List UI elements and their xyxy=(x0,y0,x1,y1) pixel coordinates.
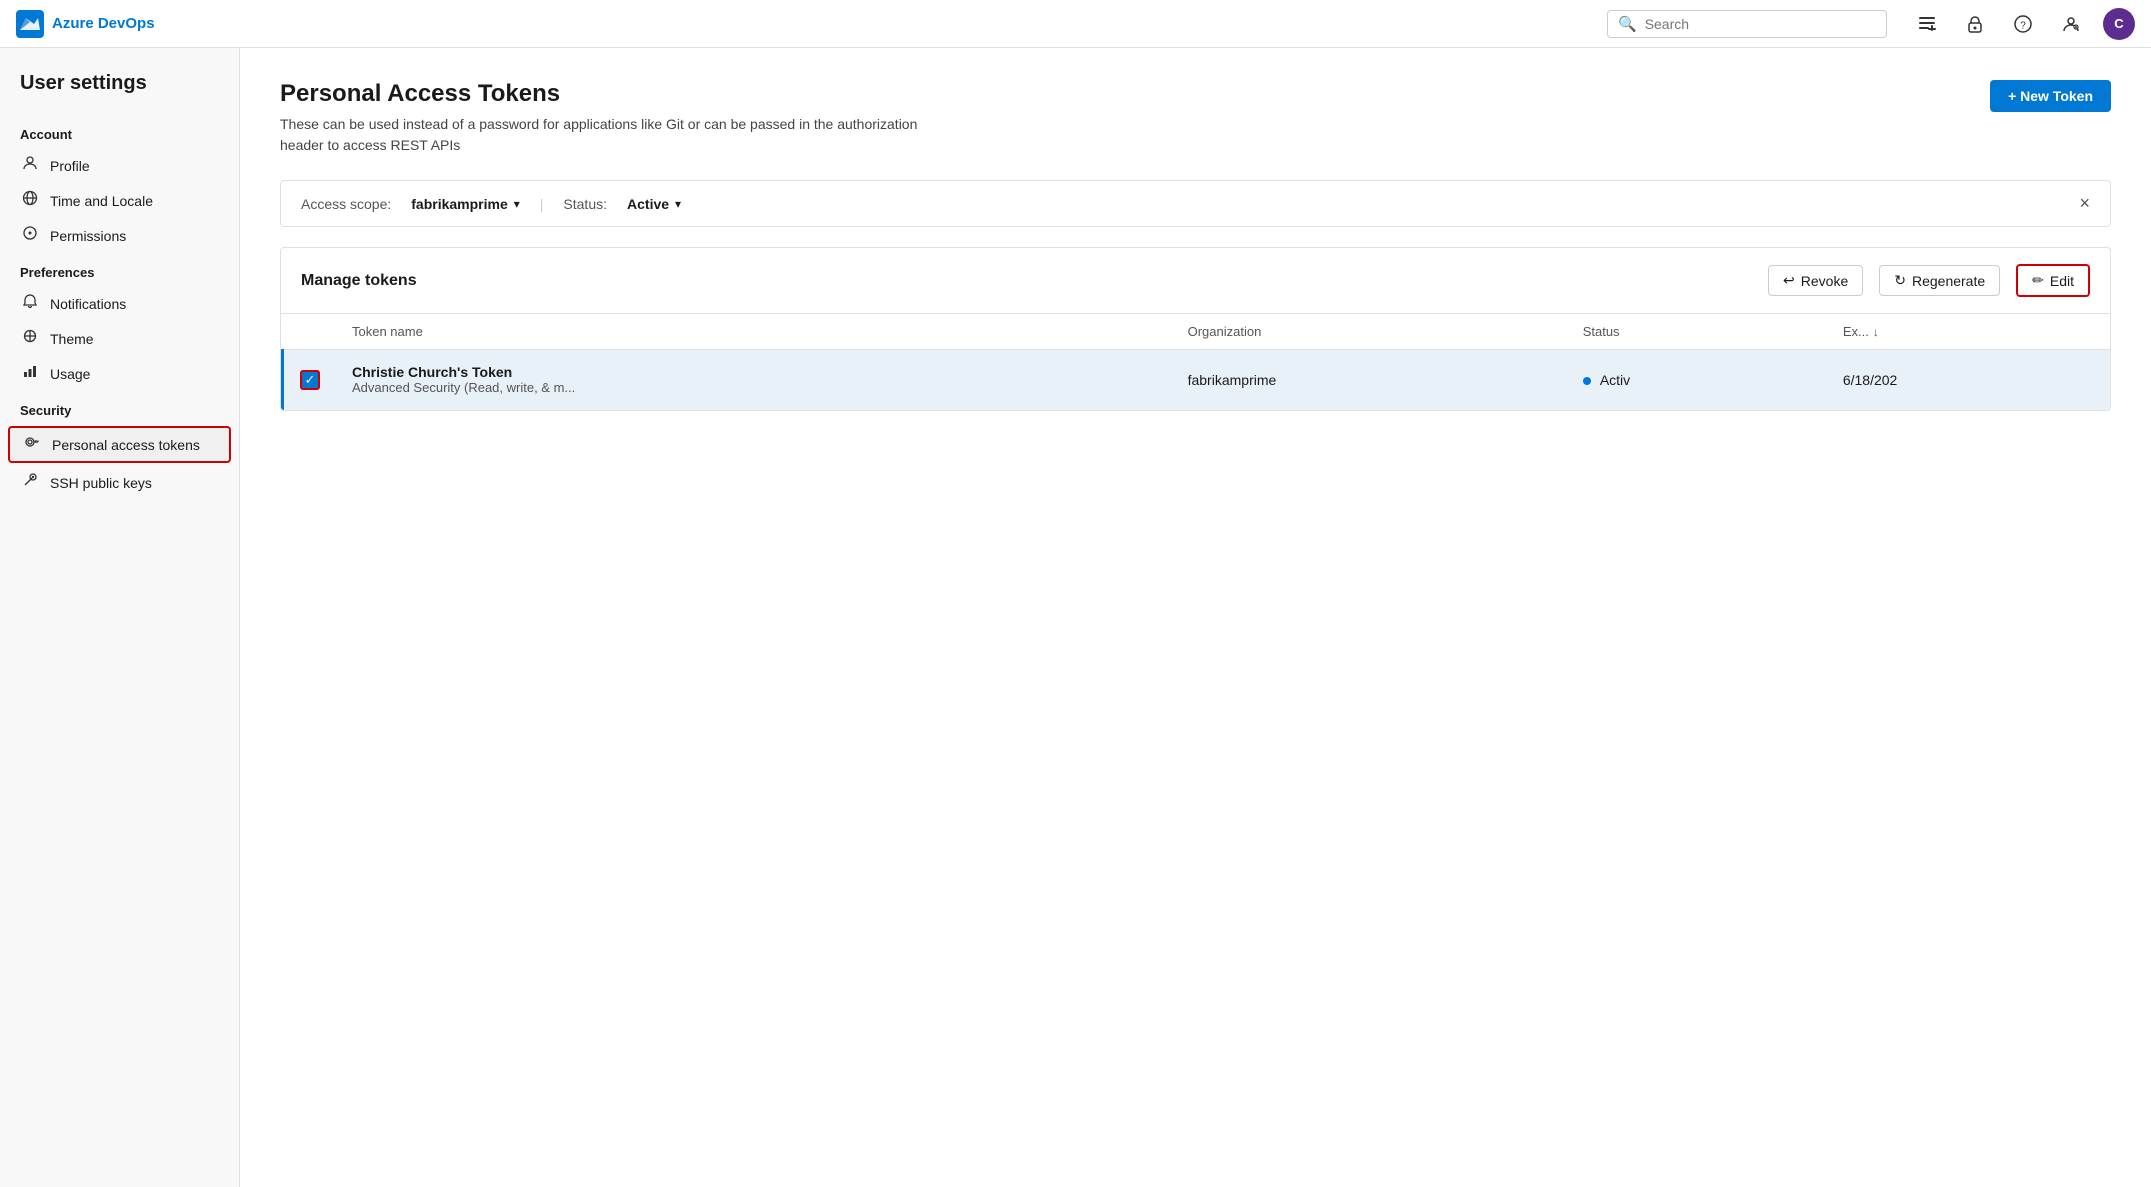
token-org-cell: fabrikamprime xyxy=(1172,350,1567,410)
lock-icon[interactable] xyxy=(1959,8,1991,40)
sidebar-item-usage[interactable]: Usage xyxy=(0,356,239,391)
status-chevron-icon: ▾ xyxy=(675,197,681,211)
user-avatar[interactable]: C xyxy=(2103,8,2135,40)
sidebar-item-usage-label: Usage xyxy=(50,366,90,382)
table-row[interactable]: ✓ Christie Church's Token Advanced Secur… xyxy=(283,350,2111,410)
row-checkbox-cell[interactable]: ✓ xyxy=(283,350,337,410)
settings-people-icon[interactable] xyxy=(2055,8,2087,40)
regenerate-button[interactable]: ↻ Regenerate xyxy=(1879,265,2000,296)
main-content: Personal Access Tokens These can be used… xyxy=(240,48,2151,1187)
status-value: Active xyxy=(627,196,669,212)
token-status: Activ xyxy=(1600,372,1630,388)
sidebar-item-permissions-label: Permissions xyxy=(50,228,126,244)
sidebar-item-notifications-label: Notifications xyxy=(50,296,126,312)
col-status: Status xyxy=(1567,314,1827,350)
nav-icons: ? C xyxy=(1911,8,2135,40)
layout: User settings Account Profile Time and L… xyxy=(0,48,2151,1187)
col-organization: Organization xyxy=(1172,314,1567,350)
access-tokens-icon xyxy=(22,434,42,455)
filter-separator: | xyxy=(540,196,544,212)
access-scope-label: Access scope: xyxy=(301,196,391,212)
status-label: Status: xyxy=(563,196,607,212)
manage-tokens-title: Manage tokens xyxy=(301,272,417,290)
sidebar-item-profile-label: Profile xyxy=(50,158,90,174)
sidebar-item-theme-label: Theme xyxy=(50,331,94,347)
theme-icon xyxy=(20,328,40,349)
col-expiry[interactable]: Ex... ↓ xyxy=(1827,314,2110,350)
token-desc: Advanced Security (Read, write, & m... xyxy=(352,380,1156,395)
revoke-button[interactable]: ↩ Revoke xyxy=(1768,265,1863,296)
new-token-button[interactable]: + New Token xyxy=(1990,80,2111,112)
search-input[interactable] xyxy=(1645,16,1876,32)
regenerate-icon: ↻ xyxy=(1894,272,1906,289)
token-name-cell: Christie Church's Token Advanced Securit… xyxy=(336,350,1172,410)
page-header-text: Personal Access Tokens These can be used… xyxy=(280,80,960,156)
sidebar-title: User settings xyxy=(0,72,239,115)
sort-desc-icon: ↓ xyxy=(1873,325,1879,339)
col-checkbox xyxy=(283,314,337,350)
status-dropdown[interactable]: Active ▾ xyxy=(627,196,681,212)
profile-icon xyxy=(20,155,40,176)
token-status-cell: Activ xyxy=(1567,350,1827,410)
topnav: Azure DevOps 🔍 ? C xyxy=(0,0,2151,48)
edit-icon: ✏ xyxy=(2032,272,2044,289)
status-active-dot xyxy=(1583,377,1591,385)
sidebar-item-notifications[interactable]: Notifications xyxy=(0,286,239,321)
sidebar-item-profile[interactable]: Profile xyxy=(0,148,239,183)
usage-icon xyxy=(20,363,40,384)
access-scope-value: fabrikamprime xyxy=(411,196,507,212)
col-token-name: Token name xyxy=(336,314,1172,350)
page-header: Personal Access Tokens These can be used… xyxy=(280,80,2111,156)
sidebar-section-preferences: Preferences xyxy=(0,253,239,286)
checklist-icon[interactable] xyxy=(1911,8,1943,40)
token-section-header: Manage tokens ↩ Revoke ↻ Regenerate ✏ Ed… xyxy=(281,248,2110,314)
edit-label: Edit xyxy=(2050,273,2074,289)
row-checkbox[interactable]: ✓ xyxy=(300,370,320,390)
revoke-label: Revoke xyxy=(1801,273,1848,289)
access-scope-chevron-icon: ▾ xyxy=(514,197,520,211)
globe-icon xyxy=(20,190,40,211)
sidebar-item-ssh-keys[interactable]: SSH public keys xyxy=(0,465,239,500)
token-section: Manage tokens ↩ Revoke ↻ Regenerate ✏ Ed… xyxy=(280,247,2111,411)
search-icon: 🔍 xyxy=(1618,15,1637,33)
help-icon[interactable]: ? xyxy=(2007,8,2039,40)
sidebar-item-personal-access-tokens[interactable]: Personal access tokens xyxy=(8,426,231,463)
filter-bar: Access scope: fabrikamprime ▾ | Status: … xyxy=(280,180,2111,227)
expiry-col-label: Ex... xyxy=(1843,324,1869,339)
page-subtitle: These can be used instead of a password … xyxy=(280,114,960,156)
sidebar-section-account: Account xyxy=(0,115,239,148)
search-box[interactable]: 🔍 xyxy=(1607,10,1887,38)
regenerate-label: Regenerate xyxy=(1912,273,1985,289)
access-scope-dropdown[interactable]: fabrikamprime ▾ xyxy=(411,196,520,212)
permissions-icon xyxy=(20,225,40,246)
svg-text:?: ? xyxy=(2020,20,2026,31)
sidebar-item-permissions[interactable]: Permissions xyxy=(0,218,239,253)
table-header-row: Token name Organization Status Ex... ↓ xyxy=(283,314,2111,350)
sidebar-item-time-locale[interactable]: Time and Locale xyxy=(0,183,239,218)
token-expiry-cell: 6/18/202 xyxy=(1827,350,2110,410)
app-name: Azure DevOps xyxy=(52,15,155,32)
sidebar-item-time-locale-label: Time and Locale xyxy=(50,193,153,209)
azure-devops-logo-icon xyxy=(16,10,44,38)
sidebar-section-security: Security xyxy=(0,391,239,424)
revoke-icon: ↩ xyxy=(1783,272,1795,289)
notifications-icon xyxy=(20,293,40,314)
page-title: Personal Access Tokens xyxy=(280,80,960,108)
token-name: Christie Church's Token xyxy=(352,364,1156,380)
sidebar-item-theme[interactable]: Theme xyxy=(0,321,239,356)
sidebar-item-pat-label: Personal access tokens xyxy=(52,437,200,453)
ssh-icon xyxy=(20,472,40,493)
checkbox-check-icon: ✓ xyxy=(305,373,316,386)
filter-close-button[interactable]: × xyxy=(2079,193,2090,214)
sidebar: User settings Account Profile Time and L… xyxy=(0,48,240,1187)
edit-button[interactable]: ✏ Edit xyxy=(2016,264,2090,297)
app-logo[interactable]: Azure DevOps xyxy=(16,10,155,38)
token-table: Token name Organization Status Ex... ↓ xyxy=(281,314,2110,410)
sidebar-item-ssh-label: SSH public keys xyxy=(50,475,152,491)
